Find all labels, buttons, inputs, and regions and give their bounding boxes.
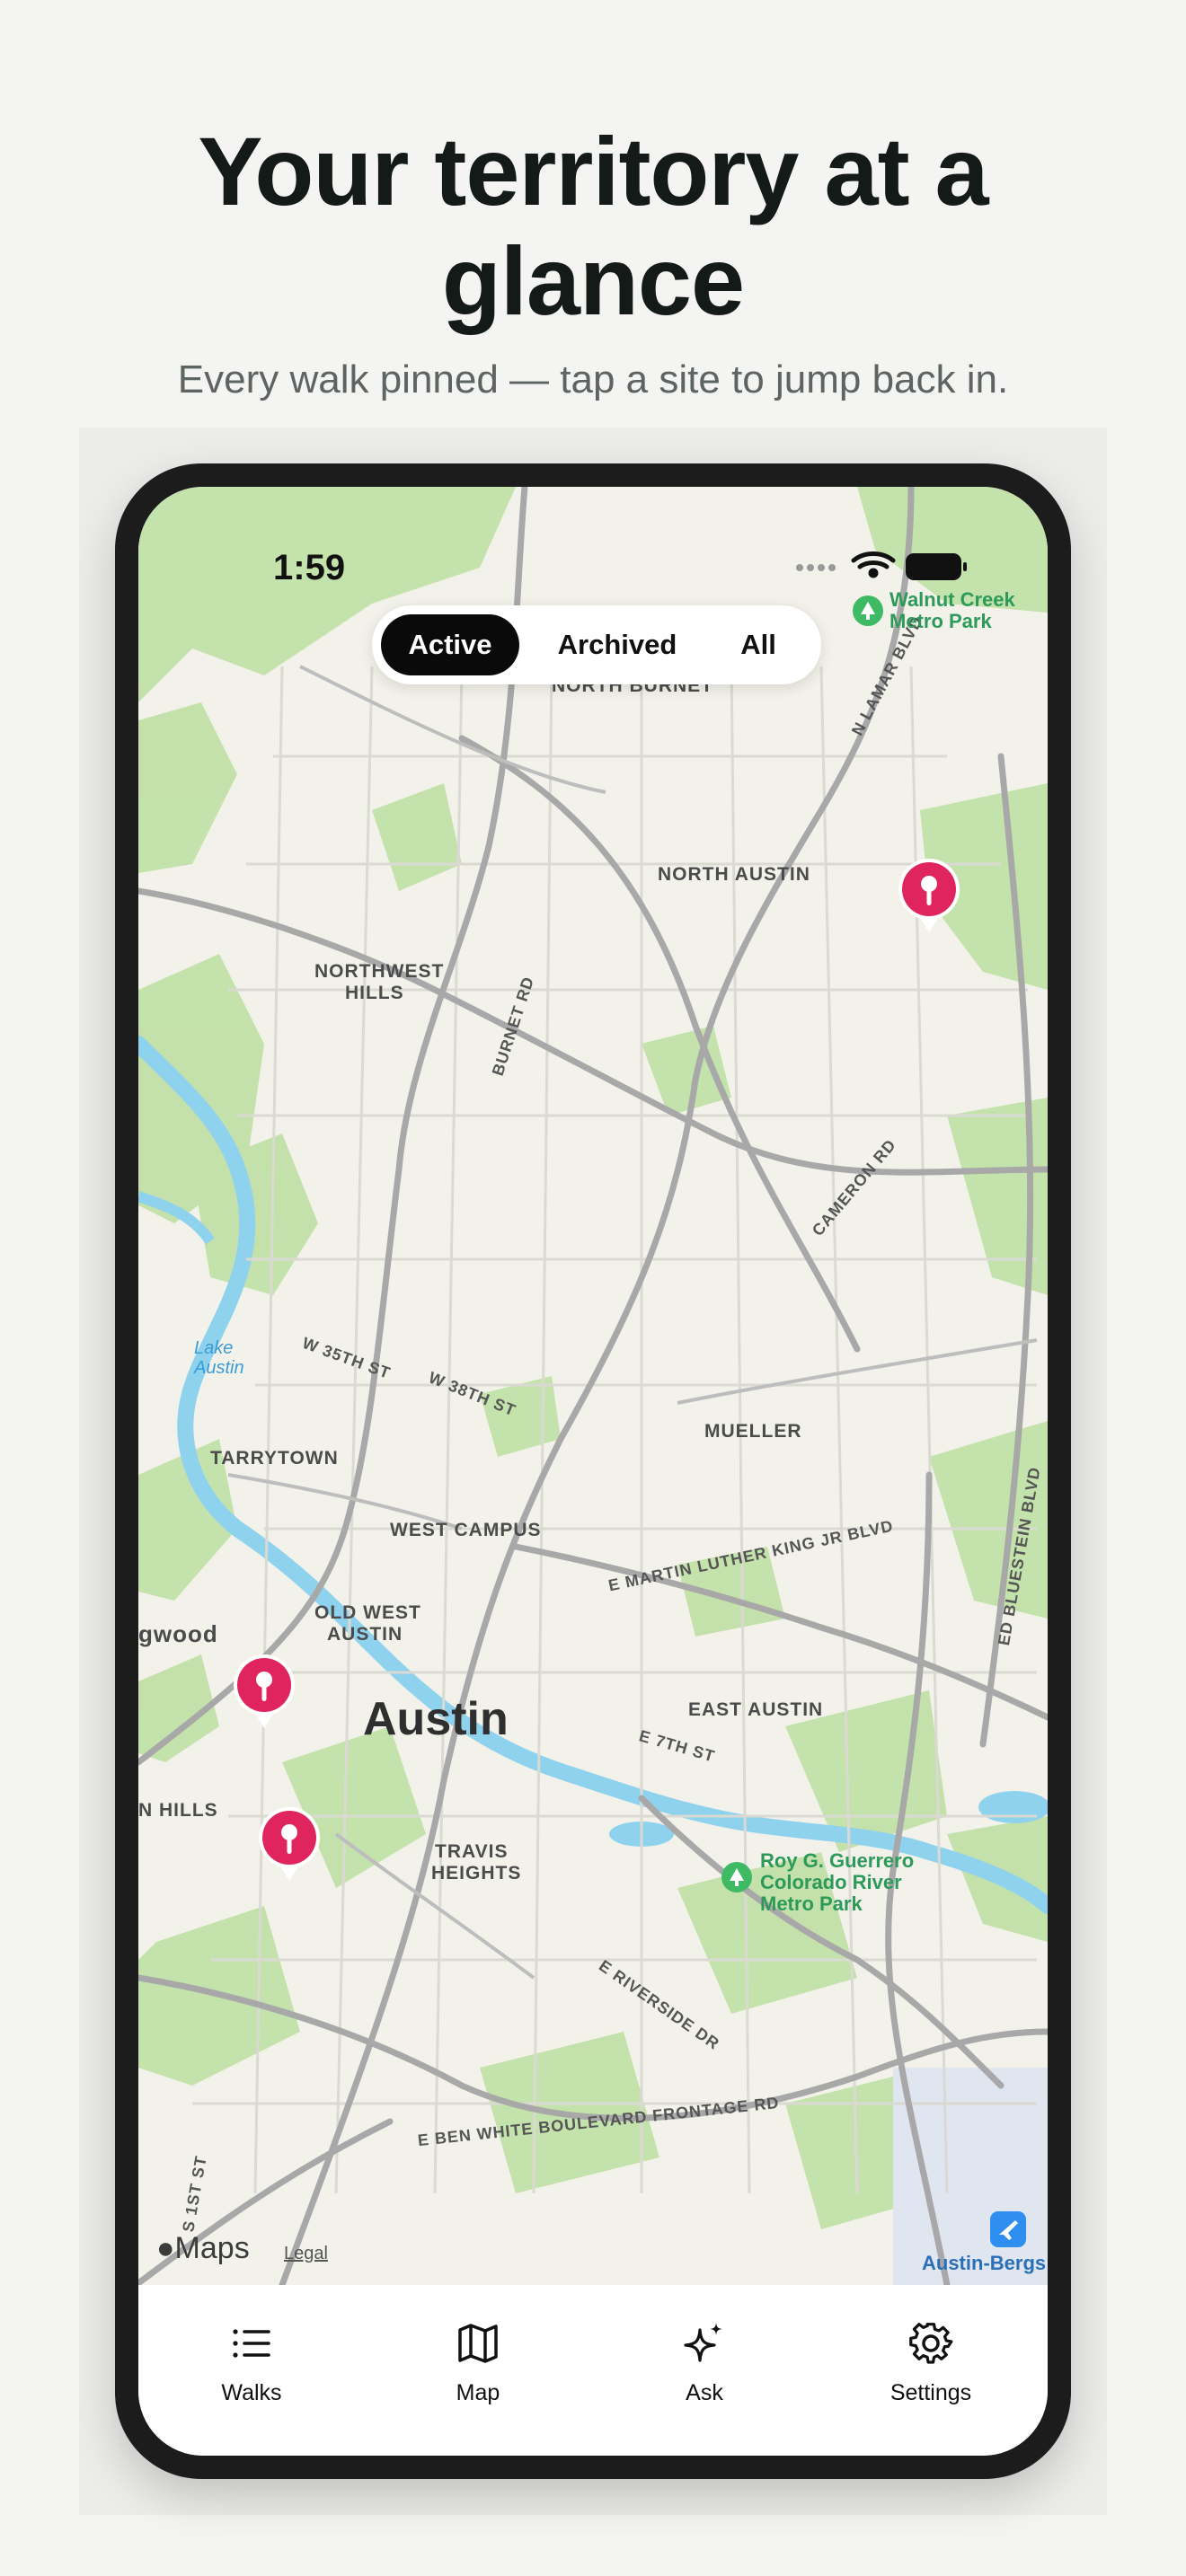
park-icon (721, 1862, 752, 1892)
tab-ask-label: Ask (686, 2380, 723, 2405)
airport-marker[interactable] (990, 2211, 1026, 2247)
tab-walks-label: Walks (221, 2380, 282, 2405)
signal-dots-icon (796, 564, 836, 571)
map-label-old-west: OLD WEST (314, 1602, 421, 1623)
map-label-heights: HEIGHTS (431, 1863, 522, 1883)
map-label-west-campus: WEST CAMPUS (390, 1520, 542, 1540)
map-view[interactable]: NORTH BURNET NORTH AUSTIN NORTHWEST HILL… (138, 487, 1048, 2285)
map-label-hills: HILLS (345, 983, 404, 1003)
map-label-city: Austin (363, 1693, 509, 1745)
hero-subtitle: Every walk pinned — tap a site to jump b… (177, 357, 1009, 401)
hero-title: Your territory at a glance (0, 117, 1186, 336)
status-icons (789, 544, 969, 587)
map-label-tarrytown: TARRYTOWN (210, 1448, 339, 1469)
map-label-northwest: NORTHWEST (314, 961, 445, 982)
tab-bar: Walks Map Ask Settings (138, 2285, 1048, 2456)
site-pin[interactable] (228, 1651, 300, 1732)
list-icon (233, 2329, 270, 2358)
sparkles-icon (684, 2323, 722, 2362)
maps-attribution: ●Maps (156, 2231, 250, 2265)
tab-settings[interactable]: Settings (859, 2321, 1003, 2406)
filter-archived[interactable]: Archived (535, 614, 699, 675)
tab-settings-label: Settings (890, 2380, 972, 2405)
map-label-mueller: MUELLER (704, 1421, 802, 1442)
phone-frame: NORTH BURNET NORTH AUSTIN NORTHWEST HILL… (115, 463, 1071, 2479)
site-pin[interactable] (253, 1804, 325, 1884)
phone-screen: NORTH BURNET NORTH AUSTIN NORTHWEST HILL… (138, 487, 1048, 2456)
map-label-gwood: gwood (138, 1620, 218, 1647)
map-icon (458, 2324, 498, 2363)
map-label-north-austin: NORTH AUSTIN (658, 864, 810, 885)
airplane-icon (990, 2211, 1026, 2247)
park-marker-roy-guerrero[interactable] (721, 1861, 753, 1893)
tab-map-label: Map (456, 2380, 500, 2405)
legal-link[interactable]: Legal (284, 2244, 328, 2264)
filter-all[interactable]: All (713, 614, 803, 675)
filter-active[interactable]: Active (381, 614, 519, 675)
map-label-n-hills: N HILLS (138, 1800, 218, 1821)
map-label-austin-district: AUSTIN (327, 1624, 403, 1645)
park-marker-walnut-creek[interactable] (852, 595, 884, 627)
airport-label: Austin-Bergs (922, 2252, 1047, 2274)
tab-ask[interactable]: Ask (633, 2321, 776, 2406)
status-time: 1:59 (273, 548, 346, 587)
hero-title-line1: Your territory at a (198, 117, 988, 225)
wifi-icon (851, 551, 896, 578)
map-label-east-austin: EAST AUSTIN (688, 1699, 824, 1720)
hero-title-line2: glance (441, 226, 745, 335)
park-label-walnut-creek: Walnut Creek Metro Park (890, 588, 1015, 632)
site-pin[interactable] (893, 855, 965, 936)
tab-walks[interactable]: Walks (180, 2321, 323, 2406)
map-label-travis: TRAVIS (435, 1841, 509, 1862)
park-icon (853, 595, 883, 626)
gear-icon (909, 2323, 953, 2364)
apple-logo-icon: ● (156, 2231, 175, 2265)
status-filter: Active Archived All (372, 605, 821, 684)
battery-icon (906, 553, 967, 580)
tab-map[interactable]: Map (406, 2321, 550, 2406)
park-label-roy-guerrero: Roy G. Guerrero Colorado River Metro Par… (760, 1849, 915, 1915)
water-label-lake-austin: Lake Austin (194, 1338, 244, 1378)
